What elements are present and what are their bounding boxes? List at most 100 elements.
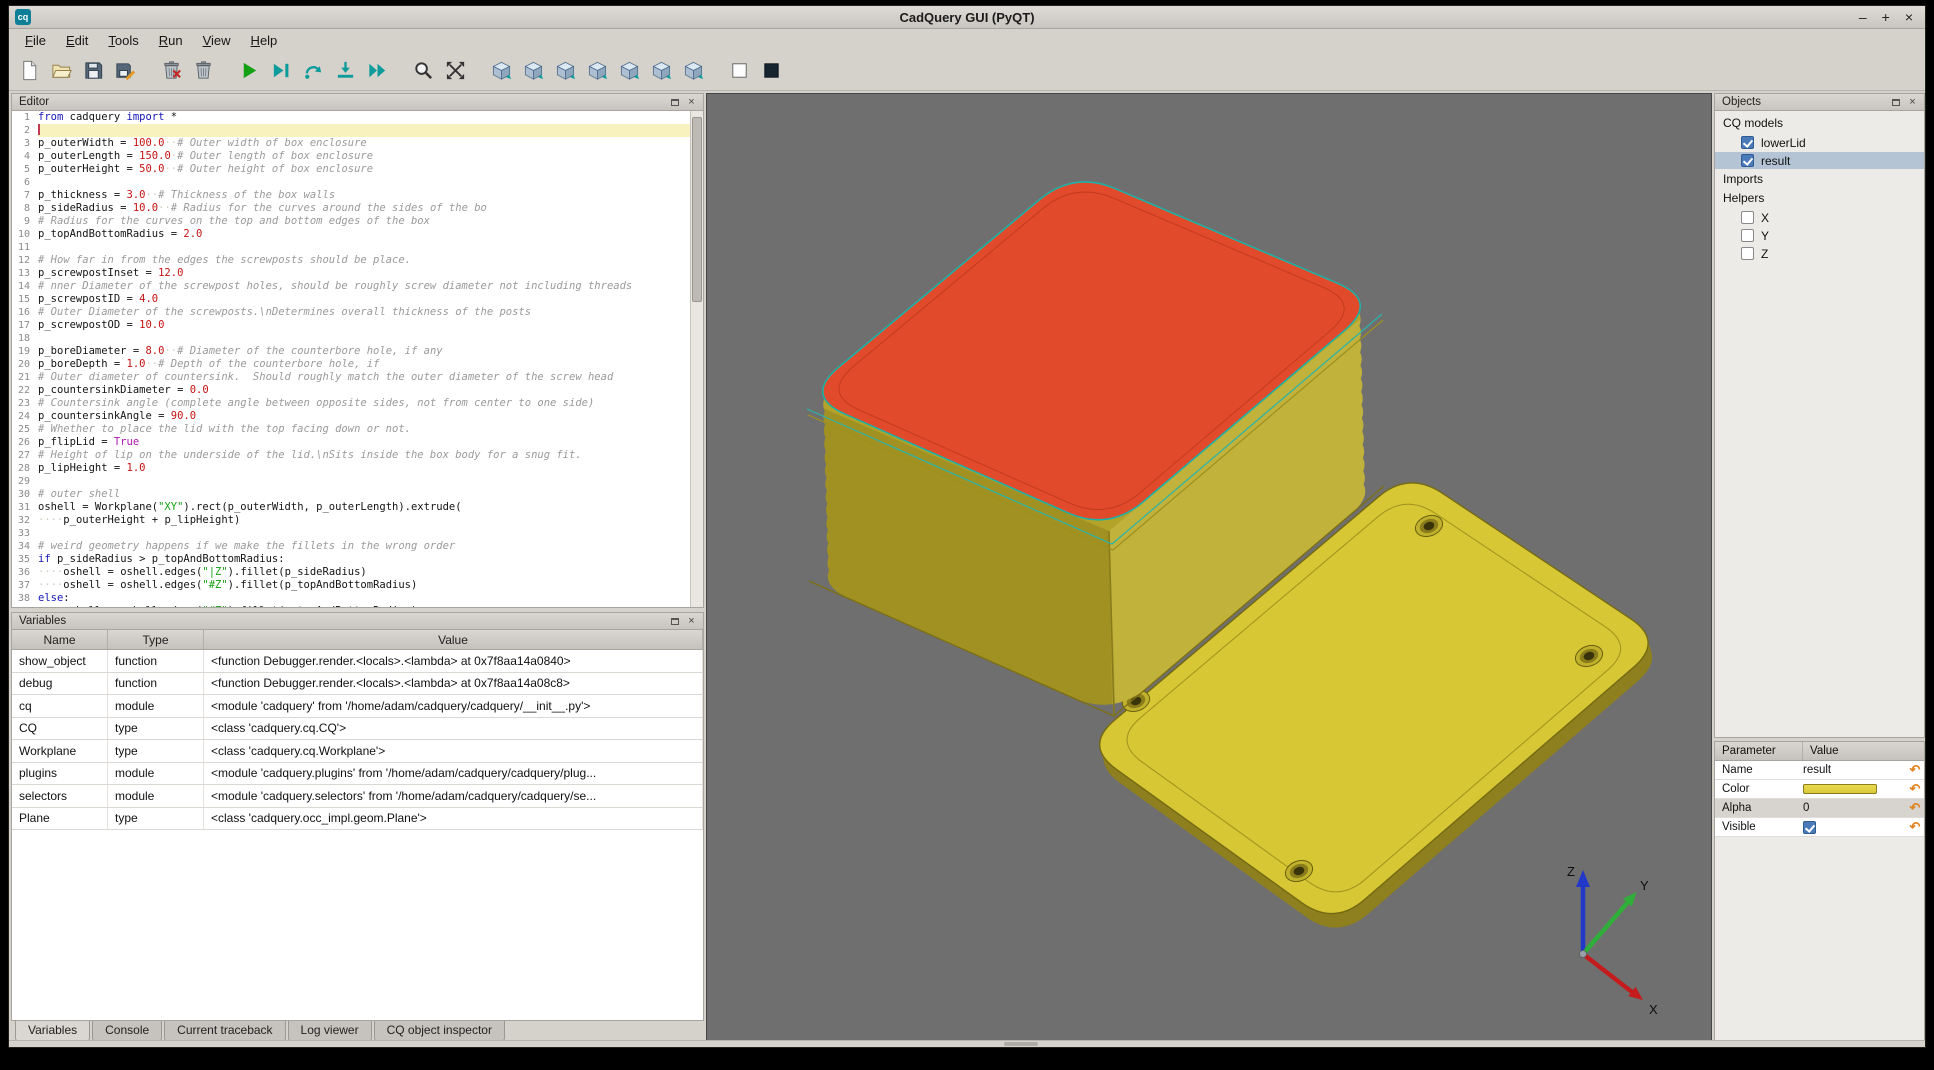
minimize-button[interactable]: – (1859, 10, 1867, 24)
variable-row-debug[interactable]: debugfunction<function Debugger.render.<… (12, 673, 703, 696)
menu-file[interactable]: File (15, 31, 56, 50)
checkbox-z[interactable] (1741, 247, 1754, 260)
tree-group-imports[interactable]: Imports (1715, 170, 1924, 189)
color-swatch[interactable] (1803, 784, 1877, 794)
view-right-button[interactable] (615, 56, 644, 85)
param-value-visible[interactable] (1803, 821, 1906, 834)
variable-row-plane[interactable]: Planetype<class 'cadquery.occ_impl.geom.… (12, 808, 703, 831)
tab-cq-object-inspector[interactable]: CQ object inspector (374, 1021, 505, 1042)
variable-row-cq[interactable]: cqmodule<module 'cadquery' from '/home/a… (12, 695, 703, 718)
variable-row-plugins[interactable]: pluginsmodule<module 'cadquery.plugins' … (12, 763, 703, 786)
menu-edit[interactable]: Edit (56, 31, 98, 50)
variable-row-selectors[interactable]: selectorsmodule<module 'cadquery.selecto… (12, 785, 703, 808)
tree-group-helpers[interactable]: Helpers (1715, 189, 1924, 208)
debug-script-button[interactable] (267, 56, 296, 85)
close-button[interactable]: × (1905, 10, 1913, 24)
checkbox-x[interactable] (1741, 211, 1754, 224)
variable-row-workplane[interactable]: Workplanetype<class 'cadquery.cq.Workpla… (12, 740, 703, 763)
white-render-button[interactable] (725, 56, 754, 85)
editor-float-button[interactable] (667, 95, 682, 109)
param-value-alpha[interactable]: 0 (1803, 802, 1906, 814)
menu-help[interactable]: Help (241, 31, 288, 50)
code-line-7: 7p_thickness = 3.0··# Thickness of the b… (12, 189, 703, 202)
variable-cell: <module 'cadquery' from '/home/adam/cadq… (204, 695, 703, 717)
checkbox-y[interactable] (1741, 229, 1754, 242)
status-bar (9, 1040, 1925, 1047)
visible-checkbox[interactable] (1803, 821, 1816, 834)
variables-col-value[interactable]: Value (204, 630, 703, 649)
tree-item-lowerlid[interactable]: lowerLid (1715, 134, 1924, 151)
tab-variables[interactable]: Variables (15, 1021, 90, 1042)
stop-render-button[interactable] (757, 56, 786, 85)
checkbox-result[interactable] (1741, 154, 1754, 167)
clear-pane-button[interactable] (157, 56, 186, 85)
tab-log-viewer[interactable]: Log viewer (288, 1021, 372, 1042)
objects-close-button[interactable]: × (1905, 95, 1920, 109)
variables-close-button[interactable]: × (684, 614, 699, 628)
objects-float-button[interactable] (1888, 95, 1903, 109)
new-file-button[interactable] (15, 56, 44, 85)
variables-col-type[interactable]: Type (108, 630, 204, 649)
delete-object-button[interactable] (189, 56, 218, 85)
code-line-16: 16# Outer Diameter of the screwposts.\nD… (12, 306, 703, 319)
menu-tools[interactable]: Tools (98, 31, 148, 50)
tree-item-z[interactable]: Z (1715, 245, 1924, 262)
run-script-button[interactable] (235, 56, 264, 85)
variables-float-button[interactable] (667, 614, 682, 628)
editor-panel: Editor × 1from cadquery import *23p_oute… (11, 93, 704, 608)
editor-code[interactable]: 1from cadquery import *23p_outerWidth = … (11, 111, 704, 608)
editor-scrollbar-thumb[interactable] (692, 117, 702, 302)
reset-icon[interactable]: ↶ (1906, 781, 1924, 797)
fit-all-button[interactable] (441, 56, 470, 85)
variable-cell: <function Debugger.render.<locals>.<lamb… (204, 673, 703, 695)
step-into-button[interactable] (331, 56, 360, 85)
view-iso-button[interactable] (487, 56, 516, 85)
value-col-header[interactable]: Value (1803, 742, 1924, 760)
menu-view[interactable]: View (193, 31, 241, 50)
step-over-button[interactable] (299, 56, 328, 85)
code-line-30: 30# outer shell (12, 488, 703, 501)
checkbox-lowerlid[interactable] (1741, 136, 1754, 149)
param-value-color[interactable] (1803, 784, 1906, 794)
param-value-name[interactable]: result (1803, 764, 1906, 776)
debug-continue-button[interactable] (363, 56, 392, 85)
view-front-button[interactable] (647, 56, 676, 85)
maximize-button[interactable]: + (1882, 10, 1890, 24)
variable-cell: cq (12, 695, 108, 717)
tree-item-y[interactable]: Y (1715, 227, 1924, 244)
view-top-button[interactable] (519, 56, 548, 85)
viewport-3d[interactable]: Z Y X (706, 93, 1712, 1042)
save-as-button[interactable] (111, 56, 140, 85)
code-line-5: 5p_outerHeight = 50.0··# Outer height of… (12, 163, 703, 176)
bottom-tabs: VariablesConsoleCurrent tracebackLog vie… (15, 1021, 507, 1042)
reset-icon[interactable]: ↶ (1906, 800, 1924, 816)
view-left-button[interactable] (583, 56, 612, 85)
tree-group-cq-models[interactable]: CQ models (1715, 114, 1924, 133)
variable-row-show-object[interactable]: show_objectfunction<function Debugger.re… (12, 650, 703, 673)
view-back-button[interactable] (679, 56, 708, 85)
zoom-to-fit-button[interactable] (409, 56, 438, 85)
param-row-visible: Visible↶ (1715, 818, 1924, 837)
editor-close-button[interactable]: × (684, 95, 699, 109)
tab-current-traceback[interactable]: Current traceback (164, 1021, 285, 1042)
dock-area: Editor × 1from cadquery import *23p_oute… (9, 93, 1925, 1040)
reset-icon[interactable]: ↶ (1906, 762, 1924, 778)
reset-icon[interactable]: ↶ (1906, 819, 1924, 835)
title-bar[interactable]: cq CadQuery GUI (PyQT) – + × (9, 6, 1925, 29)
editor-scrollbar[interactable] (690, 111, 703, 607)
view-bottom-button[interactable] (551, 56, 580, 85)
3d-scene[interactable]: Z Y X (707, 94, 1711, 1041)
tab-console[interactable]: Console (92, 1021, 162, 1042)
code-line-24: 24p_countersinkAngle = 90.0 (12, 410, 703, 423)
menu-run[interactable]: Run (149, 31, 193, 50)
save-file-button[interactable] (79, 56, 108, 85)
tree-item-result[interactable]: result (1715, 152, 1924, 169)
variable-row-cq[interactable]: CQtype<class 'cadquery.cq.CQ'> (12, 718, 703, 741)
variables-col-name[interactable]: Name (12, 630, 108, 649)
code-line-27: 27# Height of lip on the underside of th… (12, 449, 703, 462)
open-file-button[interactable] (47, 56, 76, 85)
tree-item-x[interactable]: X (1715, 209, 1924, 226)
tree-item-label: X (1760, 211, 1769, 225)
parameter-col-header[interactable]: Parameter (1715, 742, 1803, 760)
variables-panel-header: Variables × (11, 612, 704, 630)
